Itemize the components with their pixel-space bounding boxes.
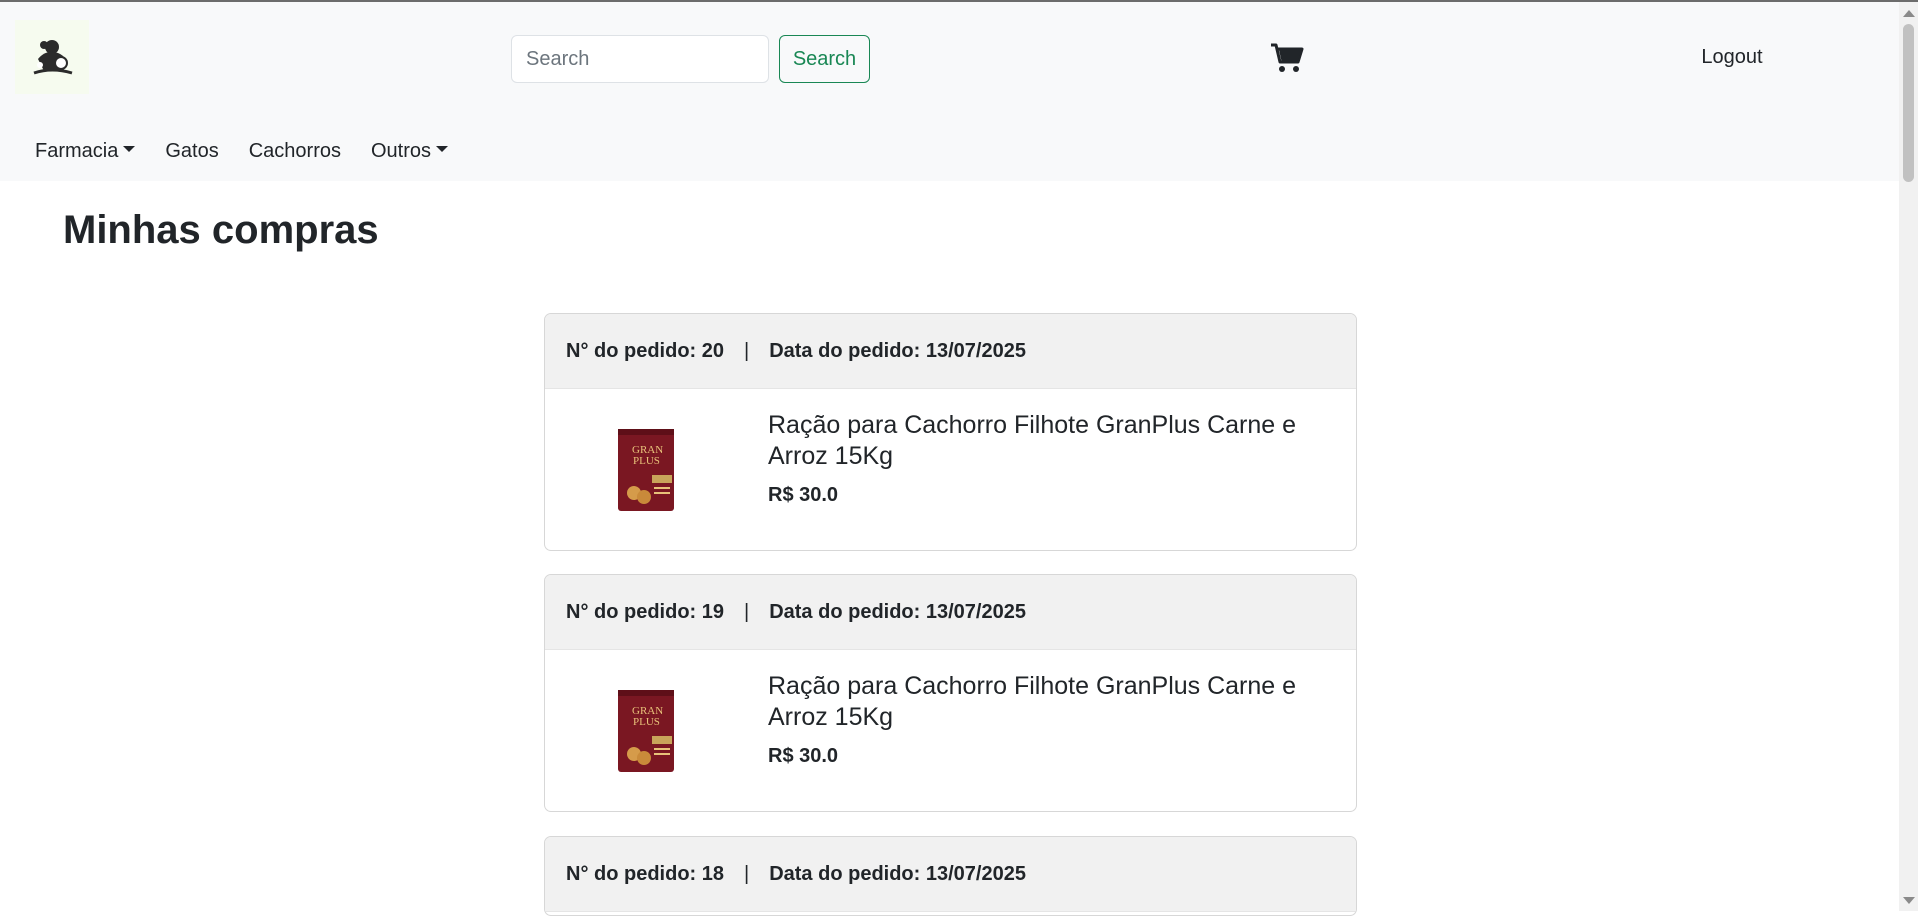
menu-item-farmacia[interactable]: Farmacia: [20, 140, 150, 163]
caret-down-icon: [436, 146, 449, 152]
page-title: Minhas compras: [63, 208, 379, 252]
product-name[interactable]: Ração para Cachorro Filhote GranPlus Car…: [768, 410, 1328, 472]
order-item: GRAN PLUS Ração para Cachorro Filhote Gr…: [545, 650, 1356, 811]
search-button[interactable]: Search: [779, 35, 870, 83]
product-price: R$ 30.0: [768, 484, 839, 506]
logout-link[interactable]: Logout: [1672, 46, 1792, 69]
order-number: N° do pedido: 20: [566, 339, 724, 362]
order-date: Data do pedido: 13/07/2025: [769, 600, 1026, 623]
order-number: N° do pedido: 18: [566, 862, 724, 885]
product-price: R$ 30.0: [768, 745, 839, 767]
menu-item-outros[interactable]: Outros: [356, 140, 463, 163]
navbar: Search Logout Farmacia Gatos Cachorros O…: [0, 2, 1899, 181]
scrollbar-thumb[interactable]: [1903, 24, 1914, 182]
svg-text:PLUS: PLUS: [633, 455, 660, 467]
product-image[interactable]: GRAN PLUS: [616, 427, 676, 513]
menu-item-cachorros[interactable]: Cachorros: [234, 140, 356, 163]
menu-item-label: Gatos: [165, 139, 219, 162]
search-input[interactable]: [511, 35, 769, 83]
order-card: N° do pedido: 18 | Data do pedido: 13/07…: [544, 836, 1357, 916]
order-date: Data do pedido: 13/07/2025: [769, 339, 1026, 362]
product-name[interactable]: Ração para Cachorro Filhote GranPlus Car…: [768, 671, 1328, 733]
page-scrollbar[interactable]: [1899, 2, 1918, 911]
category-menu: Farmacia Gatos Cachorros Outros: [20, 136, 463, 166]
shopping-cart-icon: [1271, 43, 1304, 72]
order-number: N° do pedido: 19: [566, 600, 724, 623]
order-card: N° do pedido: 20 | Data do pedido: 13/07…: [544, 313, 1357, 551]
logo[interactable]: [15, 20, 89, 94]
caret-down-icon: [123, 146, 136, 152]
scroll-up-arrow-icon[interactable]: [1903, 10, 1915, 17]
menu-item-label: Cachorros: [248, 139, 341, 162]
order-header: N° do pedido: 19 | Data do pedido: 13/07…: [545, 575, 1356, 650]
order-header: N° do pedido: 20 | Data do pedido: 13/07…: [545, 314, 1356, 389]
cart-button[interactable]: [1270, 42, 1304, 74]
header-separator: |: [744, 339, 750, 362]
menu-item-label: Farmacia: [35, 139, 119, 162]
menu-item-label: Outros: [370, 139, 432, 162]
order-header: N° do pedido: 18 | Data do pedido: 13/07…: [545, 837, 1356, 912]
product-image[interactable]: GRAN PLUS: [616, 688, 676, 774]
order-card: N° do pedido: 19 | Data do pedido: 13/07…: [544, 574, 1357, 812]
header-separator: |: [744, 600, 750, 623]
header-separator: |: [744, 862, 750, 885]
order-item: GRAN PLUS Ração para Cachorro Filhote Gr…: [545, 389, 1356, 550]
svg-text:PLUS: PLUS: [633, 716, 660, 728]
order-date: Data do pedido: 13/07/2025: [769, 862, 1026, 885]
scroll-down-arrow-icon[interactable]: [1903, 897, 1915, 904]
menu-item-gatos[interactable]: Gatos: [150, 140, 233, 163]
pet-logo-icon: [33, 40, 73, 75]
